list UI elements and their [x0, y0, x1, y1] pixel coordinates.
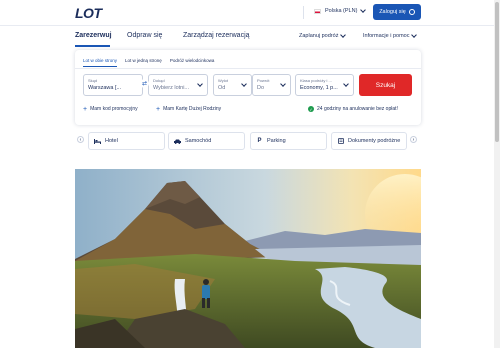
from-field[interactable]: Skąd Warszawa [...	[83, 74, 143, 96]
car-icon	[174, 138, 181, 144]
free-cancellation-label: 24 godziny na anulowanie bez opłat!	[317, 106, 398, 112]
hero-image	[75, 169, 421, 348]
header-divider	[303, 6, 304, 19]
tabs-divider	[75, 68, 421, 69]
family-card-label: Mam Kartę Dużej Rodziny	[163, 106, 222, 112]
main-nav: Zarezerwuj Odpraw się Zarządzaj rezerwac…	[0, 26, 500, 48]
to-value: Wybierz lotni...	[153, 85, 190, 91]
chevron-right-icon: ›	[412, 136, 415, 143]
family-card-link[interactable]: + Mam Kartę Dużej Rodziny	[156, 105, 222, 113]
from-label: Skąd	[88, 78, 98, 83]
service-car[interactable]: Samochód	[168, 132, 245, 150]
cabin-label: Klasa podróży i ...	[300, 78, 332, 83]
trip-type-tabs: Lot w obie strony Lot w jedną stronę Pod…	[83, 58, 214, 67]
swap-icon[interactable]: ⇄	[140, 79, 149, 88]
login-button[interactable]: Zaloguj się	[373, 4, 421, 20]
plus-icon: +	[83, 105, 88, 113]
chevron-left-icon: ‹	[79, 136, 82, 143]
tab-multi-city[interactable]: Podróż wielodcinkowa	[170, 58, 215, 67]
bed-icon	[94, 138, 101, 144]
top-header: LOT Polska (PLN) Zaloguj się	[0, 0, 500, 26]
poland-flag-icon	[314, 8, 321, 14]
service-documents[interactable]: Dokumenty podróżne	[331, 132, 407, 150]
service-car-label: Samochód	[185, 138, 212, 144]
check-circle-icon: ✓	[308, 106, 314, 112]
nav-item-book[interactable]: Zarezerwuj	[75, 32, 112, 39]
chevron-down-icon	[411, 32, 418, 38]
depart-date-field[interactable]: Wylot Od	[213, 74, 252, 96]
to-field[interactable]: Dokąd Wybierz lotni...	[148, 74, 208, 96]
login-label: Zaloguj się	[379, 9, 406, 15]
free-cancellation-info: ✓ 24 godziny na anulowanie bez opłat!	[308, 106, 398, 112]
parking-icon: P	[257, 138, 262, 144]
services-next-button[interactable]: ›	[410, 136, 417, 143]
nav-plan-trip[interactable]: Zaplanuj podróż	[299, 32, 347, 39]
cabin-value: Economy, 1 p...	[300, 85, 338, 91]
tab-one-way[interactable]: Lot w jedną stronę	[125, 58, 162, 67]
country-selector[interactable]: Polska (PLN)	[314, 7, 367, 14]
service-hotel[interactable]: Hotel	[88, 132, 165, 150]
user-icon	[408, 9, 415, 15]
scrollbar-thumb[interactable]	[495, 2, 499, 142]
plus-icon: +	[156, 105, 161, 113]
active-tab-indicator	[75, 45, 110, 47]
nav-item-checkin[interactable]: Odpraw się	[127, 32, 162, 39]
booking-card: Lot w obie strony Lot w jedną stronę Pod…	[75, 50, 421, 125]
search-button[interactable]: Szukaj	[359, 74, 412, 96]
lot-logo[interactable]: LOT	[75, 5, 102, 21]
nav-plan-trip-label: Zaplanuj podróż	[299, 33, 339, 39]
to-label: Dokąd	[153, 78, 165, 83]
service-parking-label: Parking	[267, 138, 286, 144]
services-prev-button[interactable]: ‹	[77, 136, 84, 143]
chevron-down-icon	[360, 7, 367, 13]
nav-item-manage[interactable]: Zarządzaj rezerwacją	[183, 32, 250, 39]
nav-help[interactable]: Informacje i pomoc	[363, 32, 418, 39]
promo-code-link[interactable]: + Mam kod promocyjny	[83, 105, 138, 113]
chevron-down-icon	[340, 32, 347, 38]
return-date-field[interactable]: Powrót Do	[252, 74, 291, 96]
service-hotel-label: Hotel	[105, 138, 118, 144]
nav-help-label: Informacje i pomoc	[363, 33, 410, 39]
cabin-passengers-field[interactable]: Klasa podróży i ... Economy, 1 p...	[295, 74, 354, 96]
service-parking[interactable]: P Parking	[250, 132, 327, 150]
service-documents-label: Dokumenty podróżne	[348, 138, 401, 144]
country-label: Polska (PLN)	[325, 8, 358, 14]
tab-round-trip[interactable]: Lot w obie strony	[83, 58, 118, 67]
from-value: Warszawa [...	[88, 85, 122, 91]
document-icon	[337, 138, 344, 144]
promo-code-label: Mam kod promocyjny	[90, 106, 138, 112]
